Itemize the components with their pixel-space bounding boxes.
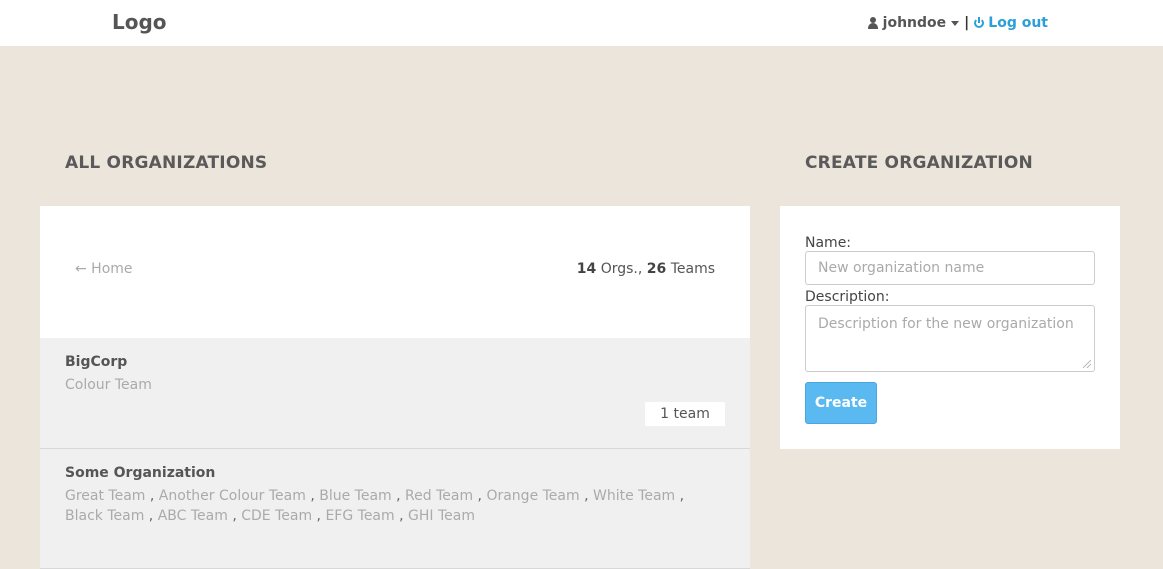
- logout-label: Log out: [988, 15, 1048, 31]
- organization-description-textarea[interactable]: Description for the new organization: [805, 305, 1095, 372]
- separator: |: [964, 15, 970, 31]
- user-menu: johndoe | Log out: [867, 15, 1048, 31]
- team-link[interactable]: GHI Team: [408, 508, 475, 524]
- organization-name-input[interactable]: New organization name: [805, 251, 1095, 285]
- team-link[interactable]: ABC Team: [158, 508, 228, 524]
- org-row-bigcorp[interactable]: BigCorp Colour Team 1 team: [40, 338, 750, 449]
- team-count-badge: 1 team: [645, 402, 725, 426]
- team-link[interactable]: Another Colour Team: [159, 488, 306, 504]
- name-label: Name:: [805, 235, 852, 251]
- org-row-some-organization[interactable]: Some Organization Great Team , Another C…: [40, 449, 750, 569]
- all-organizations-heading: ALL ORGANIZATIONS: [65, 153, 268, 173]
- counts-summary: 14 Orgs., 26 Teams: [577, 261, 715, 277]
- organizations-panel: ← Home 14 Orgs., 26 Teams BigCorp Colour…: [40, 206, 750, 569]
- create-organization-form: Name: New organization name Description:…: [780, 206, 1120, 449]
- team-link[interactable]: Orange Team: [486, 488, 579, 504]
- team-link[interactable]: EFG Team: [325, 508, 394, 524]
- teams-label: Teams: [670, 261, 715, 277]
- home-link[interactable]: ← Home: [75, 261, 133, 277]
- org-teams-list: Colour Team: [65, 375, 725, 395]
- description-label: Description:: [805, 289, 890, 305]
- create-organization-heading: CREATE ORGANIZATION: [805, 153, 1033, 173]
- logo[interactable]: Logo: [112, 10, 167, 34]
- team-link[interactable]: Black Team: [65, 508, 144, 524]
- team-link[interactable]: Great Team: [65, 488, 145, 504]
- power-icon: [974, 17, 985, 28]
- team-link[interactable]: CDE Team: [241, 508, 312, 524]
- resize-grip-icon[interactable]: [1083, 360, 1091, 368]
- orgs-count: 14: [576, 261, 597, 277]
- organizations-panel-header: ← Home 14 Orgs., 26 Teams: [40, 206, 750, 338]
- team-link[interactable]: Blue Team: [319, 488, 391, 504]
- team-link[interactable]: Red Team: [405, 488, 473, 504]
- description-placeholder: Description for the new organization: [818, 316, 1074, 332]
- team-link[interactable]: White Team: [593, 488, 675, 504]
- caret-down-icon[interactable]: [951, 20, 960, 26]
- username-dropdown[interactable]: johndoe: [883, 15, 947, 31]
- logout-link[interactable]: Log out: [974, 15, 1048, 31]
- org-name[interactable]: Some Organization: [65, 465, 725, 481]
- orgs-label: Orgs.,: [600, 261, 643, 277]
- org-teams-list: Great Team , Another Colour Team , Blue …: [65, 488, 685, 524]
- create-button[interactable]: Create: [805, 382, 877, 424]
- team-link[interactable]: Colour Team: [65, 377, 152, 393]
- teams-count: 26: [646, 261, 667, 277]
- org-name[interactable]: BigCorp: [65, 354, 725, 370]
- top-nav-bar: Logo johndoe | Log out: [0, 0, 1163, 46]
- user-icon: [867, 17, 878, 29]
